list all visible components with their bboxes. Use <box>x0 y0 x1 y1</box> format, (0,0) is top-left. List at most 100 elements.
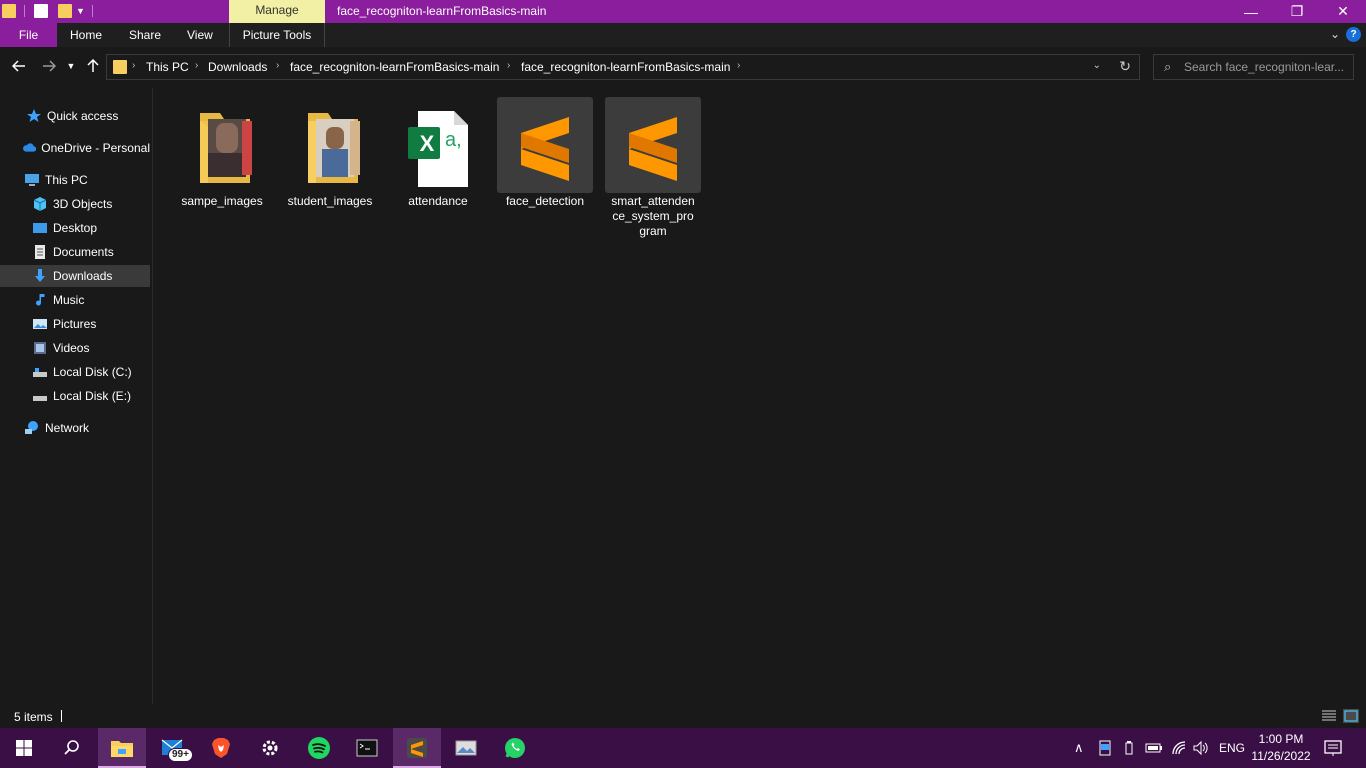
computer-icon <box>25 174 39 186</box>
desktop-icon <box>33 223 47 233</box>
breadcrumb-downloads[interactable]: Downloads <box>208 60 267 74</box>
file-item-smart-attendence-system-program[interactable]: smart_attendence_system_program <box>605 97 701 238</box>
breadcrumb-project-folder[interactable]: face_recogniton-learnFromBasics-main <box>290 60 499 74</box>
sidebar-item-label: Network <box>45 421 90 435</box>
wifi-icon[interactable] <box>1171 740 1187 756</box>
sidebar-item-label: Quick access <box>47 109 119 123</box>
excel-badge-letter: X <box>419 131 435 156</box>
sidebar-item-local-disk-c[interactable]: Local Disk (C:) <box>0 361 150 383</box>
volume-icon[interactable] <box>1192 740 1210 756</box>
folder-icon <box>113 60 127 74</box>
file-explorer-icon <box>111 741 133 757</box>
divider <box>61 710 62 722</box>
sidebar-item-label: Local Disk (E:) <box>53 389 132 403</box>
sidebar-item-music[interactable]: Music <box>0 289 150 311</box>
navigation-pane: Quick access OneDrive - Personal This PC… <box>0 88 152 704</box>
file-name: attendance <box>408 194 468 208</box>
tab-home[interactable]: Home <box>70 23 102 47</box>
language-indicator[interactable]: ENG <box>1219 741 1245 755</box>
sidebar-item-desktop[interactable]: Desktop <box>0 217 150 239</box>
taskbar-search-button[interactable] <box>48 728 96 768</box>
breadcrumb-separator-icon[interactable]: › <box>507 60 510 71</box>
clock-time: 1:00 PM <box>1258 732 1304 746</box>
sidebar-item-documents[interactable]: Documents <box>0 241 150 263</box>
sidebar-item-pictures[interactable]: Pictures <box>0 313 150 335</box>
taskbar-mail[interactable]: 99+ <box>150 728 198 768</box>
start-button[interactable] <box>0 728 48 768</box>
properties-icon[interactable] <box>34 4 48 18</box>
taskbar-file-explorer[interactable] <box>98 728 146 768</box>
file-item-attendance[interactable]: X a, attendance <box>390 97 486 239</box>
breadcrumb-separator-icon[interactable]: › <box>195 60 198 71</box>
taskbar-sublime-text[interactable] <box>393 728 441 768</box>
manage-context-tab[interactable]: Manage <box>229 0 325 23</box>
cube-icon <box>33 197 47 211</box>
breadcrumb-separator-icon[interactable]: › <box>132 60 135 71</box>
recent-locations-chevron-icon[interactable]: ▼ <box>61 55 81 77</box>
details-view-icon[interactable] <box>1321 709 1337 723</box>
file-name: smart_attendence_system_program <box>611 194 695 238</box>
storage-icon[interactable] <box>1099 740 1111 756</box>
sidebar-item-downloads[interactable]: Downloads <box>0 265 150 287</box>
breadcrumb-separator-icon[interactable]: › <box>276 60 279 71</box>
sidebar-item-label: Videos <box>53 341 90 355</box>
close-button[interactable]: ✕ <box>1320 0 1366 23</box>
sidebar-item-label: Documents <box>53 245 114 259</box>
tab-view[interactable]: View <box>187 23 213 47</box>
sidebar-item-network[interactable]: Network <box>0 417 150 439</box>
video-icon <box>34 342 46 354</box>
sidebar-item-quick-access[interactable]: Quick access <box>0 105 150 127</box>
taskbar: 99+ ∧ ENG 1:00 PM 11/26/2022 <box>0 728 1366 768</box>
tab-picture-tools[interactable]: Picture Tools <box>229 23 325 47</box>
address-history-chevron-icon[interactable]: ⌄ <box>1093 60 1101 71</box>
new-folder-icon[interactable] <box>58 4 72 18</box>
show-hidden-icons-chevron-icon[interactable]: ∧ <box>1074 740 1084 756</box>
search-box[interactable]: ⌕ <box>1153 54 1354 80</box>
help-icon[interactable]: ? <box>1346 27 1361 42</box>
customize-quick-access-chevron-icon[interactable]: ▼ <box>76 6 85 16</box>
divider <box>24 5 25 17</box>
forward-arrow-icon[interactable] <box>38 55 60 77</box>
sidebar-item-label: 3D Objects <box>53 197 113 211</box>
refresh-icon[interactable]: ↻ <box>1119 58 1131 75</box>
breadcrumb-current-folder[interactable]: face_recogniton-learnFromBasics-main <box>521 60 730 74</box>
star-icon <box>27 109 41 122</box>
terminal-icon <box>356 739 378 757</box>
taskbar-spotify[interactable] <box>295 728 343 768</box>
cloud-icon <box>23 143 37 152</box>
search-input[interactable] <box>1184 58 1349 76</box>
sidebar-item-3d-objects[interactable]: 3D Objects <box>0 193 150 215</box>
usb-icon[interactable] <box>1124 740 1134 756</box>
breadcrumb-separator-icon[interactable]: › <box>737 60 740 71</box>
file-item-student-images[interactable]: student_images <box>282 97 378 239</box>
tab-share[interactable]: Share <box>129 23 161 47</box>
back-arrow-icon[interactable] <box>8 55 30 77</box>
tab-file[interactable]: File <box>0 23 57 47</box>
taskbar-photos[interactable] <box>442 728 490 768</box>
address-bar[interactable]: › This PC › Downloads › face_recogniton-… <box>106 54 1140 80</box>
expand-ribbon-chevron-icon[interactable]: ⌄ <box>1330 27 1340 41</box>
sidebar-item-label: Music <box>53 293 85 307</box>
taskbar-whatsapp[interactable] <box>491 728 539 768</box>
notification-center-icon[interactable] <box>1322 738 1344 758</box>
sidebar-item-videos[interactable]: Videos <box>0 337 150 359</box>
taskbar-terminal[interactable] <box>343 728 391 768</box>
sidebar-item-onedrive[interactable]: OneDrive - Personal <box>0 137 150 159</box>
maximize-button[interactable]: ❐ <box>1274 0 1320 23</box>
document-icon <box>35 245 45 259</box>
taskbar-settings[interactable] <box>246 728 294 768</box>
sidebar-item-label: Downloads <box>53 269 113 283</box>
breadcrumb-this-pc[interactable]: This PC <box>146 60 189 74</box>
file-item-face-detection[interactable]: face_detection <box>497 97 593 208</box>
up-arrow-icon[interactable] <box>82 55 104 77</box>
taskbar-brave[interactable] <box>197 728 245 768</box>
file-item-sampe-images[interactable]: sampe_images <box>174 97 270 239</box>
minimize-button[interactable]: — <box>1228 0 1274 23</box>
navigation-bar: ▼ › This PC › Downloads › face_recognito… <box>0 47 1366 88</box>
sidebar-item-local-disk-e[interactable]: Local Disk (E:) <box>0 385 150 407</box>
battery-icon[interactable] <box>1145 741 1163 755</box>
large-icons-view-icon[interactable] <box>1343 709 1359 723</box>
clock[interactable]: 1:00 PM 11/26/2022 <box>1246 731 1316 765</box>
whatsapp-icon <box>505 738 525 758</box>
sidebar-item-this-pc[interactable]: This PC <box>0 169 150 191</box>
